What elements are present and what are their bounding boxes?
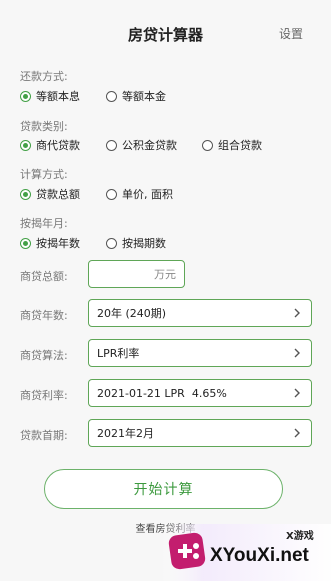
radio-dot: [106, 139, 117, 151]
radio-dot: [106, 237, 117, 249]
years-value: 20年 (240期): [97, 307, 167, 320]
chevron-right-icon: [294, 308, 300, 318]
chevron-right-icon: [294, 428, 300, 438]
watermark-tag: X游戏: [286, 531, 314, 542]
watermark-brand: XYouXi.net: [210, 545, 309, 566]
calc-method-label: 计算方式:: [20, 168, 68, 181]
algorithm-select[interactable]: LPR利率: [88, 339, 312, 367]
radio-dot: [20, 188, 31, 200]
settings-button[interactable]: 设置: [279, 25, 303, 42]
radio-dot: [20, 139, 31, 151]
radio-equal-principal[interactable]: 等额本金: [106, 88, 166, 104]
algorithm-label: 商贷算法:: [20, 349, 68, 362]
chevron-right-icon: [294, 348, 300, 358]
total-label: 商贷总额:: [20, 270, 68, 283]
first-month-label: 贷款首期:: [20, 429, 68, 442]
radio-provident-loan[interactable]: 公积金贷款: [106, 137, 177, 153]
radio-dot: [20, 237, 31, 249]
radio-dot: [106, 90, 117, 102]
rate-select[interactable]: 2021-01-21 LPR 4.65%: [88, 379, 312, 407]
radio-label: 贷款总额: [36, 188, 80, 201]
rate-label: 商贷利率:: [20, 389, 68, 402]
radio-by-periods[interactable]: 按揭期数: [106, 235, 166, 251]
radio-price-area[interactable]: 单价, 面积: [106, 186, 173, 202]
rate-value: 2021-01-21 LPR 4.65%: [97, 386, 227, 400]
status-bar: [0, 0, 331, 8]
first-month-value: 2021年2月: [97, 427, 154, 440]
total-input[interactable]: 万元: [88, 260, 185, 288]
term-label: 按揭年月:: [20, 217, 68, 230]
radio-total-amount[interactable]: 贷款总额: [20, 186, 80, 202]
radio-label: 等额本金: [122, 90, 166, 103]
repayment-label: 还款方式:: [20, 70, 68, 83]
radio-label: 按揭期数: [122, 237, 166, 250]
algorithm-value: LPR利率: [97, 347, 140, 360]
radio-dot: [20, 90, 31, 102]
radio-equal-installment[interactable]: 等额本息: [20, 88, 80, 104]
start-calculation-button[interactable]: 开始计算: [44, 469, 283, 509]
radio-label: 按揭年数: [36, 237, 80, 250]
unit-label: 万元: [154, 268, 176, 281]
radio-dot: [106, 188, 117, 200]
radio-by-years[interactable]: 按揭年数: [20, 235, 80, 251]
years-label: 商贷年数:: [20, 309, 68, 322]
radio-label: 组合贷款: [218, 139, 262, 152]
first-month-select[interactable]: 2021年2月: [88, 419, 312, 447]
radio-combined-loan[interactable]: 组合贷款: [202, 137, 262, 153]
radio-label: 商代贷款: [36, 139, 80, 152]
loan-type-label: 贷款类别:: [20, 120, 68, 133]
radio-label: 单价, 面积: [122, 188, 173, 201]
chevron-right-icon: [294, 388, 300, 398]
radio-commercial-loan[interactable]: 商代贷款: [20, 137, 80, 153]
radio-dot: [202, 139, 213, 151]
radio-label: 公积金贷款: [122, 139, 177, 152]
years-select[interactable]: 20年 (240期): [88, 299, 312, 327]
radio-label: 等额本息: [36, 90, 80, 103]
